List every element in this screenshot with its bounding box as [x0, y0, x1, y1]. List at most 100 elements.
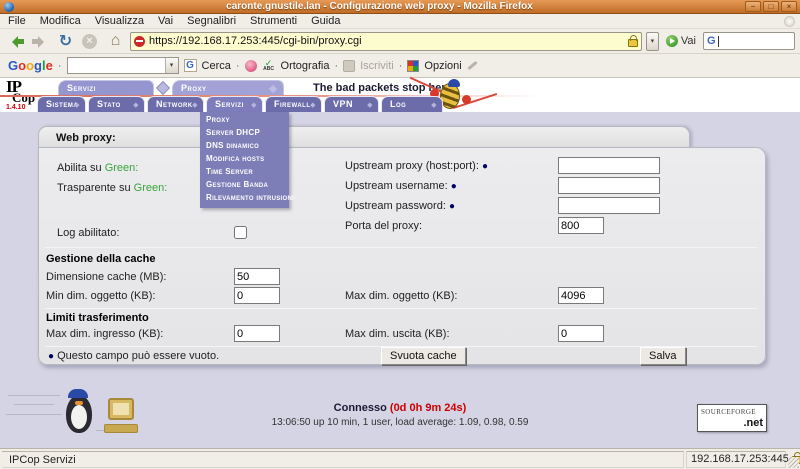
window-titlebar[interactable]: caronte.gnustile.lan - Configurazione we… [0, 0, 800, 14]
firefox-window: caronte.gnustile.lan - Configurazione we… [0, 0, 800, 469]
resize-grip[interactable] [788, 457, 799, 468]
optional-bullet-icon: ● [48, 351, 54, 362]
menubar: File Modifica Visualizza Vai Segnalibri … [0, 14, 800, 29]
separator-dot: · [334, 60, 338, 72]
tab-servizi[interactable]: Servizi◆ [206, 96, 263, 112]
cache-size-label: Dimensione cache (MB): [46, 271, 166, 283]
menu-file[interactable]: File [8, 15, 26, 27]
breadcrumb-page: Proxy [172, 80, 284, 96]
menu-strumenti[interactable]: Strumenti [250, 15, 297, 27]
url-bar[interactable] [130, 32, 642, 51]
spellcheck-icon: ✓ABC [262, 60, 276, 72]
cache-size-input[interactable] [234, 268, 280, 285]
google-search-input[interactable]: ▾ [67, 57, 179, 74]
maximize-icon[interactable]: □ [763, 1, 779, 12]
tab-vpn[interactable]: VPN◆ [324, 96, 379, 112]
upstream-username-label: Upstream username: ● [345, 180, 457, 192]
close-icon[interactable]: × [781, 1, 797, 12]
max-outgoing-label: Max dim. uscita (KB): [345, 328, 450, 340]
menu-item-modifica-hosts[interactable]: Modifica hosts [200, 153, 289, 166]
chevron-down-icon[interactable]: ▾ [165, 58, 178, 73]
max-incoming-input[interactable] [234, 325, 280, 342]
tab-log[interactable]: Log◆ [381, 96, 443, 112]
google-search-icon: G [707, 35, 716, 47]
navigation-toolbar: ↻ × ⌂ ▾ Vai G [0, 29, 800, 54]
system-info: 13:06:50 up 10 min, 1 user, load average… [0, 417, 800, 428]
google-toolbar: Google · ▾ G Cerca · ✓ABC Ortografia · I… [0, 54, 800, 78]
upstream-username-input[interactable] [558, 177, 660, 194]
site-favicon [134, 36, 145, 47]
menu-item-rilevamento-intrusioni[interactable]: Rilevamento intrusioni [200, 192, 289, 205]
separator-dot: · [236, 60, 240, 72]
menu-modifica[interactable]: Modifica [40, 15, 81, 27]
enable-green-label: Abilita su Green: [57, 162, 138, 174]
firefox-icon [4, 2, 14, 12]
divider [45, 247, 757, 248]
text-cursor [718, 36, 719, 47]
home-icon[interactable]: ⌂ [105, 32, 126, 51]
transfer-section-title: Limiti trasferimento [46, 312, 149, 324]
stop-icon: × [80, 32, 101, 51]
ssl-lock-icon [628, 39, 638, 47]
proxy-port-input[interactable] [558, 217, 604, 234]
servizi-dropdown-menu: Proxy Server DHCP DNS dinamico Modifica … [200, 112, 289, 208]
tab-stato[interactable]: Stato◆ [88, 96, 145, 112]
optional-field-note: ● Questo campo può essere vuoto. [48, 350, 219, 362]
connection-status: Connesso (0d 0h 9m 24s) [0, 402, 800, 414]
status-text: IPCop Servizi [2, 451, 684, 468]
log-enabled-label: Log abilitato: [57, 227, 119, 239]
go-arrow-icon [666, 35, 678, 47]
reload-icon[interactable]: ↻ [55, 32, 76, 51]
tab-sistema[interactable]: Sistema◆ [37, 96, 86, 112]
main-navigation: Sistema◆ Stato◆ Network◆ Servizi◆ Firewa… [0, 96, 800, 112]
transparent-green-label: Trasparente su Green: [57, 182, 167, 194]
menu-item-time-server[interactable]: Time Server [200, 166, 289, 179]
log-enabled-checkbox[interactable] [234, 226, 247, 239]
menu-segnalibri[interactable]: Segnalibri [187, 15, 236, 27]
options-button[interactable]: Opzioni [424, 60, 461, 72]
upstream-password-input[interactable] [558, 197, 660, 214]
minimize-icon[interactable]: − [745, 1, 761, 12]
menu-vai[interactable]: Vai [158, 15, 173, 27]
tab-firewall[interactable]: Firewall◆ [265, 96, 322, 112]
save-button[interactable]: Salva [640, 347, 686, 365]
breadcrumb-section: Servizi [58, 80, 154, 96]
max-outgoing-input[interactable] [558, 325, 604, 342]
breadcrumb-arrow-icon [156, 81, 170, 95]
page-title: Web proxy: [38, 126, 690, 148]
max-incoming-label: Max dim. ingresso (KB): [46, 328, 163, 340]
google-search-button[interactable]: Cerca [202, 60, 231, 72]
upstream-password-label: Upstream password: ● [345, 200, 455, 212]
forward-icon[interactable] [30, 32, 51, 51]
back-icon[interactable] [5, 32, 26, 51]
spellcheck-button[interactable]: Ortografia [281, 60, 330, 72]
status-host: 192.168.17.253:445 [686, 451, 786, 468]
go-button[interactable]: Vai [663, 35, 699, 47]
menu-item-gestione-banda[interactable]: Gestione Banda [200, 179, 289, 192]
tab-network[interactable]: Network◆ [147, 96, 204, 112]
upstream-proxy-input[interactable] [558, 157, 660, 174]
google-logo: Google [8, 58, 53, 73]
menu-item-dns-dinamico[interactable]: DNS dinamico [200, 140, 289, 153]
pagerank-icon[interactable] [245, 60, 257, 72]
clear-cache-button[interactable]: Svuota cache [381, 347, 466, 365]
search-box[interactable]: G [703, 32, 795, 50]
subscribe-button: Iscriviti [360, 60, 394, 72]
optional-bullet-icon: ● [449, 201, 455, 212]
menu-guida[interactable]: Guida [311, 15, 340, 27]
status-bar: IPCop Servizi 192.168.17.253:445 [0, 448, 800, 469]
uptime-badge: (0d 0h 9m 24s) [390, 402, 466, 414]
max-object-input[interactable] [558, 287, 604, 304]
url-input[interactable] [149, 35, 624, 47]
sourceforge-logo[interactable]: SOURCEFORGE .net [697, 404, 767, 432]
menu-item-proxy[interactable]: Proxy [200, 114, 289, 127]
min-object-label: Min dim. oggetto (KB): [46, 290, 155, 302]
menu-item-server-dhcp[interactable]: Server DHCP [200, 127, 289, 140]
url-history-dropdown[interactable]: ▾ [646, 32, 659, 51]
separator-dot: · [58, 60, 62, 72]
highlighter-icon[interactable] [467, 61, 477, 70]
max-object-label: Max dim. oggetto (KB): [345, 290, 458, 302]
min-object-input[interactable] [234, 287, 280, 304]
menu-visualizza[interactable]: Visualizza [95, 15, 144, 27]
window-title: caronte.gnustile.lan - Configurazione we… [14, 1, 745, 12]
